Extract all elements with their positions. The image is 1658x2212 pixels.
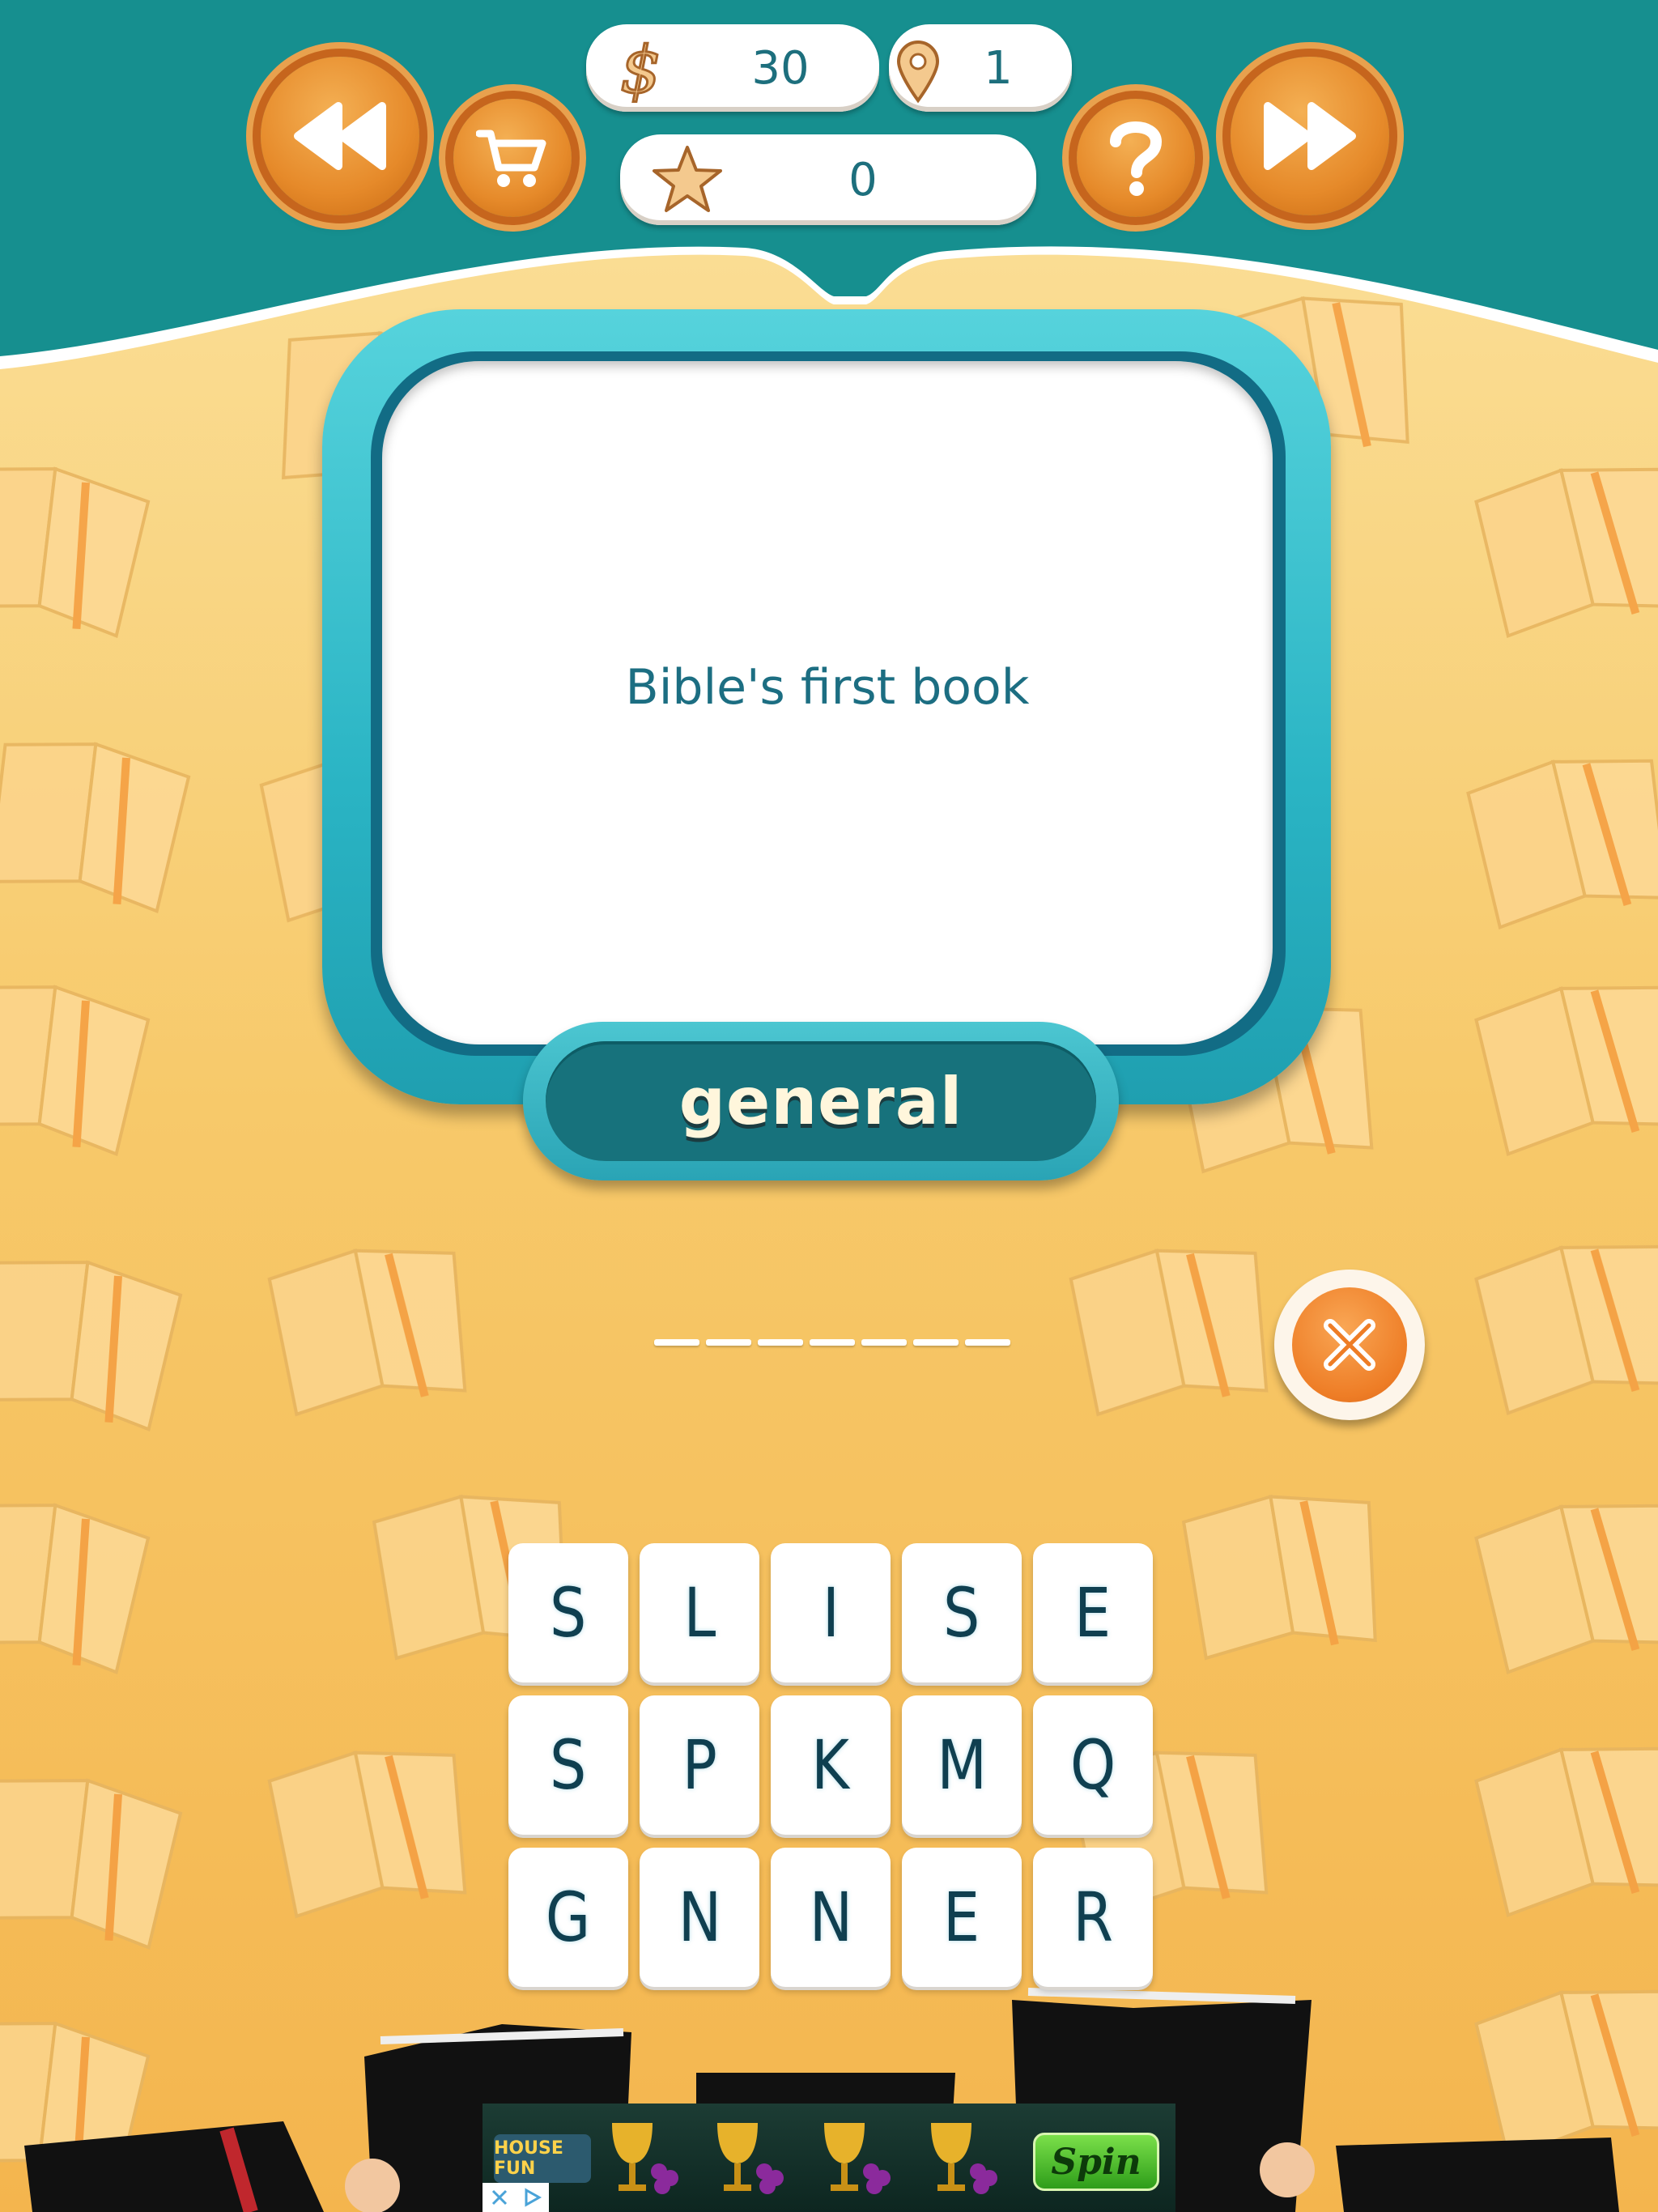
- help-button[interactable]: [1077, 99, 1195, 217]
- coins-value: 30: [751, 42, 810, 95]
- ad-logo: HOUSE FUN: [494, 2134, 591, 2183]
- letter-tile[interactable]: I: [771, 1543, 891, 1682]
- letter-tile-label: S: [550, 1725, 587, 1805]
- stars-counter: 0: [620, 134, 1036, 225]
- ad-spin-button[interactable]: Spin: [1033, 2133, 1159, 2191]
- clear-answer-button-inner: [1292, 1287, 1407, 1402]
- stars-value: 0: [848, 154, 878, 206]
- cart-icon: [476, 130, 546, 187]
- counter-divider: [879, 24, 889, 112]
- category-badge: general: [523, 1022, 1119, 1180]
- answer-slot[interactable]: [706, 1339, 751, 1346]
- level-counter: 1: [889, 24, 1072, 112]
- previous-button[interactable]: [261, 57, 419, 215]
- answer-slot[interactable]: [861, 1339, 907, 1346]
- answer-slot[interactable]: [654, 1339, 699, 1346]
- svg-text:$: $: [620, 36, 661, 104]
- ad-artwork: [612, 2123, 997, 2194]
- letter-tile[interactable]: E: [1033, 1543, 1153, 1682]
- category-badge-inner: general: [546, 1041, 1096, 1161]
- close-icon: [491, 2189, 507, 2206]
- letter-grid: S L I S E S P K M Q G N N E R: [508, 1543, 1153, 1987]
- letter-tile-label: P: [682, 1725, 717, 1805]
- level-value: 1: [984, 42, 1013, 95]
- letter-tile-label: N: [809, 1878, 852, 1957]
- question-icon: [1110, 121, 1163, 196]
- letter-tile[interactable]: P: [640, 1695, 759, 1835]
- letter-tile[interactable]: M: [902, 1695, 1022, 1835]
- close-icon: [1324, 1319, 1375, 1371]
- letter-tile[interactable]: Q: [1033, 1695, 1153, 1835]
- letter-tile-label: R: [1073, 1878, 1113, 1957]
- letter-tile-label: Q: [1069, 1725, 1116, 1805]
- category-label: general: [678, 1063, 963, 1139]
- next-button[interactable]: [1231, 57, 1389, 215]
- letter-tile-label: I: [822, 1573, 840, 1653]
- letter-tile[interactable]: R: [1033, 1848, 1153, 1987]
- ad-logo-text: HOUSE FUN: [494, 2138, 563, 2179]
- letter-tile-label: L: [683, 1573, 716, 1653]
- ad-banner[interactable]: HOUSE FUN Spin: [483, 2104, 1175, 2212]
- letter-tile-label: K: [811, 1725, 850, 1805]
- rewind-icon: [294, 102, 386, 170]
- clear-answer-button[interactable]: [1274, 1270, 1425, 1420]
- answer-slot[interactable]: [965, 1339, 1010, 1346]
- ad-choices-badge[interactable]: [483, 2183, 549, 2212]
- letter-tile-label: S: [550, 1573, 587, 1653]
- letter-tile[interactable]: E: [902, 1848, 1022, 1987]
- answer-slot[interactable]: [810, 1339, 855, 1346]
- clue-card-face: Bible's first book: [382, 361, 1273, 1044]
- letter-tile-label: N: [678, 1878, 721, 1957]
- shop-button[interactable]: [453, 99, 572, 217]
- letter-tile-label: G: [546, 1878, 591, 1957]
- answer-slot[interactable]: [758, 1339, 803, 1346]
- game-screen: $ 30 1 0 Bible's first book general S L …: [0, 0, 1658, 2212]
- letter-tile[interactable]: S: [508, 1695, 628, 1835]
- clue-card: Bible's first book: [322, 309, 1331, 1104]
- letter-tile-label: S: [943, 1573, 980, 1653]
- clue-text: Bible's first book: [625, 659, 1030, 716]
- letter-tile-label: M: [937, 1725, 987, 1805]
- letter-tile[interactable]: N: [640, 1848, 759, 1987]
- coins-counter: $ 30: [586, 24, 879, 112]
- map-pin-icon: [896, 40, 940, 104]
- ad-spin-label: Spin: [1051, 2141, 1141, 2183]
- letter-tile[interactable]: N: [771, 1848, 891, 1987]
- letter-tile[interactable]: L: [640, 1543, 759, 1682]
- letter-tile-label: E: [1074, 1573, 1112, 1653]
- letter-tile[interactable]: G: [508, 1848, 628, 1987]
- letter-tile-label: E: [943, 1878, 980, 1957]
- ad-choices-icon: [525, 2188, 542, 2207]
- dollar-icon: $: [619, 36, 663, 104]
- letter-tile[interactable]: S: [902, 1543, 1022, 1682]
- star-icon: [653, 146, 722, 212]
- letter-tile[interactable]: S: [508, 1543, 628, 1682]
- fast-forward-icon: [1264, 102, 1356, 170]
- letter-tile[interactable]: K: [771, 1695, 891, 1835]
- answer-slots[interactable]: [654, 1339, 1010, 1346]
- answer-slot[interactable]: [913, 1339, 959, 1346]
